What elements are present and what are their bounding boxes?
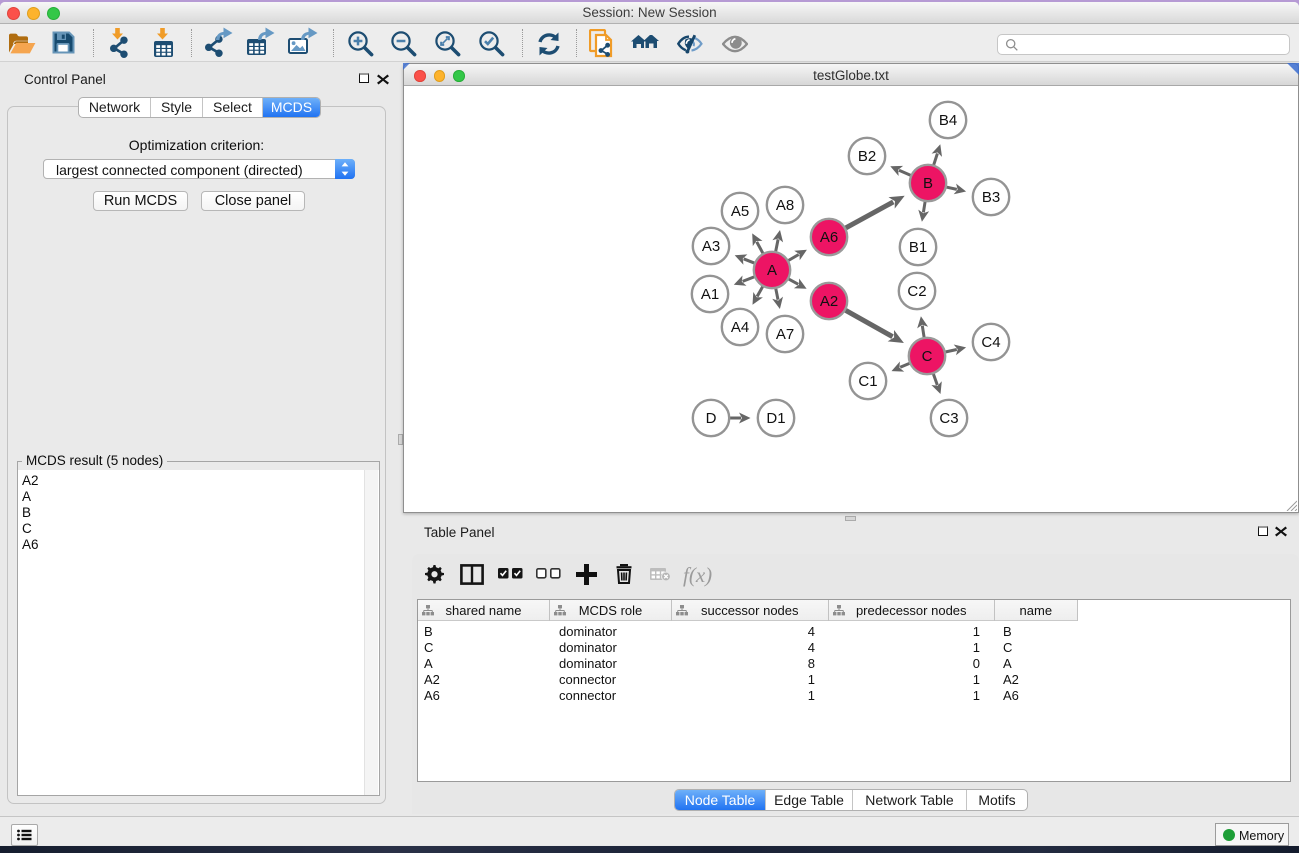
svg-text:A6: A6 <box>820 229 838 246</box>
svg-text:B4: B4 <box>939 112 957 129</box>
svg-text:C4: C4 <box>981 334 1000 351</box>
svg-text:D: D <box>706 410 717 427</box>
svg-text:A2: A2 <box>820 293 838 310</box>
svg-text:A7: A7 <box>776 326 794 343</box>
svg-text:C: C <box>922 348 933 365</box>
svg-text:C2: C2 <box>907 283 926 300</box>
svg-text:B3: B3 <box>982 189 1000 206</box>
svg-text:D1: D1 <box>766 410 785 427</box>
svg-text:B1: B1 <box>909 239 927 256</box>
svg-text:B2: B2 <box>858 148 876 165</box>
svg-text:A1: A1 <box>701 286 719 303</box>
svg-text:A8: A8 <box>776 197 794 214</box>
svg-text:A5: A5 <box>731 203 749 220</box>
svg-text:A: A <box>767 262 777 279</box>
svg-text:A3: A3 <box>702 238 720 255</box>
svg-text:C1: C1 <box>858 373 877 390</box>
svg-text:B: B <box>923 175 933 192</box>
svg-text:A4: A4 <box>731 319 749 336</box>
svg-text:C3: C3 <box>939 410 958 427</box>
